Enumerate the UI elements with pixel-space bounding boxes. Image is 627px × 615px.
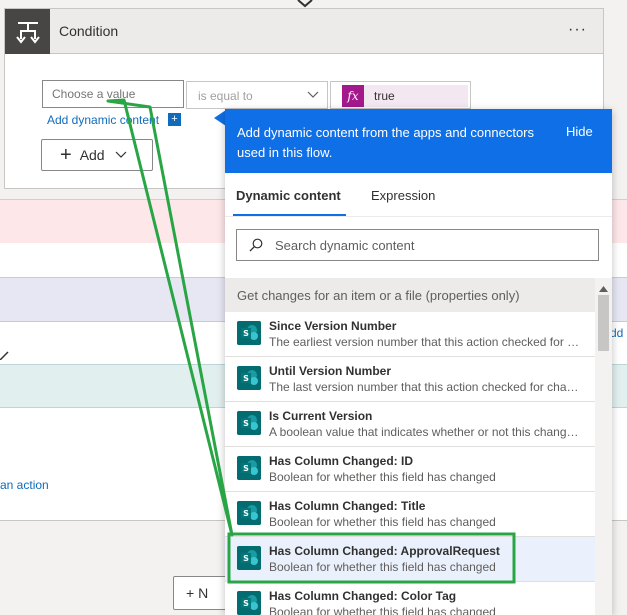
- sharepoint-icon: S: [237, 321, 261, 345]
- list-item[interactable]: S Has Column Changed: Color Tag Boolean …: [225, 582, 595, 615]
- plus-icon: +: [60, 144, 72, 166]
- svg-text:S: S: [243, 419, 249, 428]
- item-description: The last version number that this action…: [269, 380, 581, 394]
- search-icon: [249, 238, 263, 252]
- add-an-action-link[interactable]: an action: [0, 478, 49, 492]
- new-step-button[interactable]: + N: [173, 576, 233, 610]
- list-item-highlighted[interactable]: S Has Column Changed: ApprovalRequest Bo…: [225, 537, 595, 582]
- condition-icon: [5, 9, 50, 54]
- list-item[interactable]: S Has Column Changed: ID Boolean for whe…: [225, 447, 595, 492]
- sharepoint-icon: S: [237, 501, 261, 525]
- group-header[interactable]: Get changes for an item or a file (prope…: [225, 278, 612, 312]
- condition-title: Condition: [59, 23, 119, 39]
- svg-text:S: S: [243, 554, 249, 563]
- svg-text:S: S: [243, 509, 249, 518]
- item-title: Has Column Changed: Title: [269, 499, 426, 513]
- sharepoint-icon: S: [237, 411, 261, 435]
- sharepoint-icon: S: [237, 366, 261, 390]
- condition-header[interactable]: Condition ···: [5, 9, 603, 54]
- scroll-thumb[interactable]: [598, 295, 609, 351]
- more-options-icon[interactable]: ···: [568, 21, 587, 39]
- item-title: Is Current Version: [269, 409, 373, 423]
- item-description: Boolean for whether this field has chang…: [269, 470, 496, 484]
- token-label: true: [374, 89, 395, 103]
- sharepoint-icon: S: [237, 456, 261, 480]
- add-button-label: Add: [79, 147, 105, 163]
- panel-header: Add dynamic content from the apps and co…: [225, 109, 612, 173]
- sharepoint-icon: S: [237, 546, 261, 570]
- svg-text:S: S: [243, 329, 249, 338]
- svg-text:S: S: [243, 464, 249, 473]
- panel-scrollbar[interactable]: [595, 278, 612, 615]
- item-description: A boolean value that indicates whether o…: [269, 425, 581, 439]
- list-item[interactable]: S Until Version Number The last version …: [225, 357, 595, 402]
- flow-connector-arrow: [297, 0, 313, 8]
- item-title: Has Column Changed: ID: [269, 454, 414, 468]
- svg-text:S: S: [243, 374, 249, 383]
- condition-value-field[interactable]: fx true: [330, 81, 471, 109]
- dynamic-content-panel: Add dynamic content from the apps and co…: [225, 109, 612, 615]
- search-box[interactable]: [236, 229, 599, 261]
- scroll-up-arrow-icon[interactable]: [599, 286, 608, 292]
- panel-header-text: Add dynamic content from the apps and co…: [237, 125, 535, 160]
- chevron-down-icon: [115, 151, 127, 158]
- item-description: Boolean for whether this field has chang…: [269, 560, 496, 574]
- search-input[interactable]: [275, 231, 575, 259]
- list-item[interactable]: S Since Version Number The earliest vers…: [225, 312, 595, 357]
- svg-text:S: S: [243, 599, 249, 608]
- add-button[interactable]: + Add: [41, 139, 153, 171]
- operator-select[interactable]: is equal to: [186, 81, 328, 109]
- tab-expression[interactable]: Expression: [371, 188, 435, 203]
- tab-dynamic-content[interactable]: Dynamic content: [236, 188, 341, 203]
- item-title: Since Version Number: [269, 319, 397, 333]
- panel-tabs: Dynamic content Expression: [225, 173, 612, 217]
- item-description: The earliest version number that this ac…: [269, 335, 581, 349]
- item-description: Boolean for whether this field has chang…: [269, 605, 496, 615]
- panel-caret: [214, 110, 226, 126]
- dynamic-content-list: S Since Version Number The earliest vers…: [225, 312, 595, 615]
- active-tab-indicator: [233, 214, 346, 216]
- item-title: Has Column Changed: Color Tag: [269, 589, 457, 603]
- sharepoint-icon: S: [237, 591, 261, 615]
- operator-label: is equal to: [198, 89, 253, 103]
- list-item[interactable]: S Is Current Version A boolean value tha…: [225, 402, 595, 447]
- chevron-down-icon: [307, 91, 319, 98]
- list-item[interactable]: S Has Column Changed: Title Boolean for …: [225, 492, 595, 537]
- add-dynamic-content-link[interactable]: Add dynamic content: [47, 113, 159, 127]
- choose-value-input[interactable]: [42, 80, 184, 108]
- condition-branch-icon: [15, 21, 40, 44]
- add-dynamic-content-plus-icon[interactable]: +: [168, 113, 181, 126]
- add-link-partial[interactable]: dd: [610, 326, 623, 340]
- hide-button[interactable]: Hide: [566, 124, 593, 139]
- item-description: Boolean for whether this field has chang…: [269, 515, 496, 529]
- fx-icon: fx: [342, 85, 364, 107]
- item-title: Until Version Number: [269, 364, 392, 378]
- item-title: Has Column Changed: ApprovalRequest: [269, 544, 500, 558]
- expression-token[interactable]: fx true: [342, 85, 468, 107]
- check-mark-icon: [0, 351, 9, 360]
